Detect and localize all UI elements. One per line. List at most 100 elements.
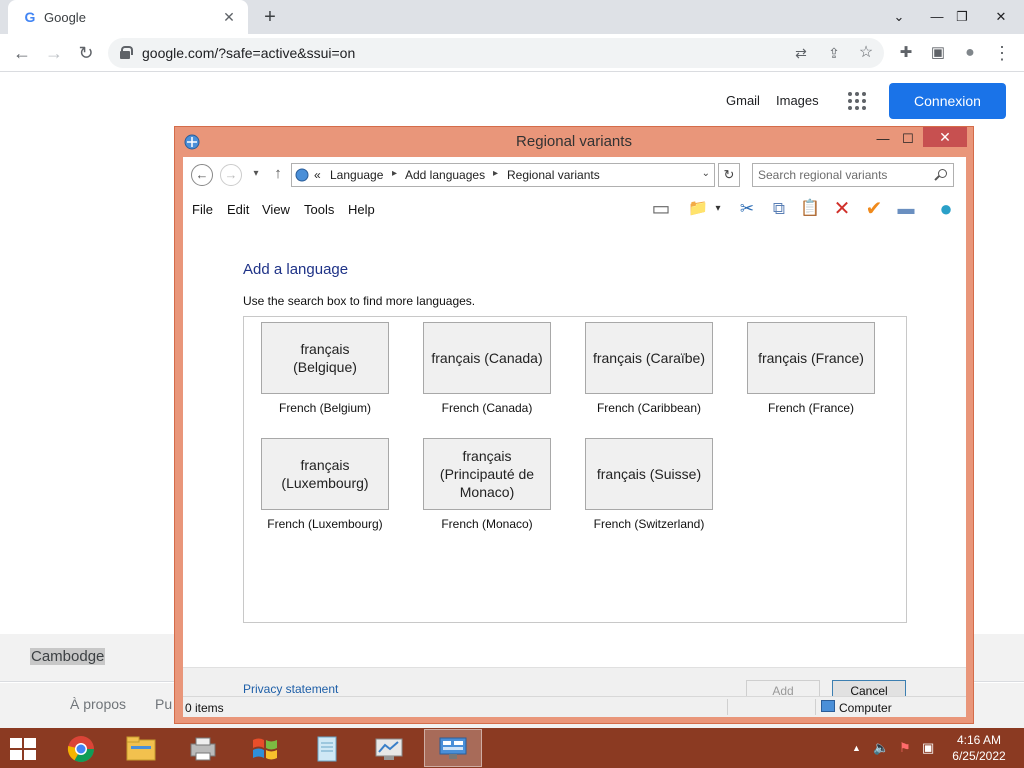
language-caption: French (Monaco) xyxy=(441,517,533,531)
browser-toolbar: ← → ↻ google.com/?safe=active&ssui=on ⇄ … xyxy=(0,34,1024,72)
volume-icon[interactable]: 🔈 xyxy=(873,740,889,756)
up-arrow-icon[interactable]: ↑ xyxy=(267,164,289,186)
recent-locations-icon[interactable]: ▾ xyxy=(245,164,267,186)
action-center-flag-icon[interactable]: ⚑ xyxy=(899,740,911,756)
language-tile-caribbean[interactable]: français (Caraïbe) xyxy=(585,322,713,394)
language-tile-luxembourg[interactable]: français (Luxembourg) xyxy=(261,438,389,510)
tab-close-icon[interactable]: ✕ xyxy=(220,8,238,26)
privacy-statement-link[interactable]: Privacy statement xyxy=(243,682,338,696)
status-divider xyxy=(815,699,816,715)
network-settings-icon[interactable] xyxy=(424,729,482,767)
sign-in-button[interactable]: Connexion xyxy=(889,83,1006,119)
menu-help[interactable]: Help xyxy=(348,202,375,217)
network-icon[interactable]: ▣ xyxy=(922,740,934,756)
browser-tabstrip: G Google ✕ + ⌄ — ❐ ✕ xyxy=(0,0,1024,34)
language-list: français (Belgique) French (Belgium) fra… xyxy=(243,316,907,623)
address-dropdown-icon[interactable]: ⌄ xyxy=(702,168,710,179)
breadcrumb-separator-icon[interactable]: ▸ xyxy=(392,168,397,179)
printer-icon[interactable] xyxy=(174,729,232,767)
clock-date: 6/25/2022 xyxy=(952,749,1006,763)
breadcrumb-regional-variants[interactable]: Regional variants xyxy=(507,168,600,182)
address-bar[interactable]: google.com/?safe=active&ssui=on ⇄ ⇪ ☆ xyxy=(108,38,884,68)
windows-taskbar: ▲ 🔈 ⚑ ▣ 4:16 AM 6/25/2022 xyxy=(0,728,1024,768)
about-link[interactable]: À propos xyxy=(70,696,126,712)
language-caption: French (Switzerland) xyxy=(593,517,705,531)
language-tile-switzerland[interactable]: français (Suisse) xyxy=(585,438,713,510)
back-button[interactable]: ← xyxy=(191,164,213,186)
search-regional-variants[interactable] xyxy=(752,163,954,187)
main-content: Add a language Use the search box to fin… xyxy=(183,225,966,635)
google-header: Gmail Images Connexion xyxy=(0,72,1024,130)
reload-icon[interactable]: ↻ xyxy=(72,39,100,67)
notepad-icon[interactable] xyxy=(298,729,356,767)
page-hint: Use the search box to find more language… xyxy=(243,294,476,308)
close-window-button[interactable]: ✕ xyxy=(984,0,1018,34)
google-favicon-icon: G xyxy=(24,9,36,25)
share-icon[interactable]: ⇪ xyxy=(824,43,844,63)
side-panel-icon[interactable]: ▣ xyxy=(924,39,952,67)
folder-options-icon[interactable]: 📁 xyxy=(686,197,710,221)
search-input[interactable] xyxy=(758,167,928,183)
window-maximize-button[interactable]: ☐ xyxy=(898,129,918,149)
show-hidden-icons-icon[interactable]: ▲ xyxy=(852,743,861,753)
menu-edit[interactable]: Edit xyxy=(227,202,249,217)
paste-icon[interactable]: 📋 xyxy=(798,197,822,221)
refresh-button[interactable]: ↻ xyxy=(718,163,740,187)
back-arrow-icon[interactable]: ← xyxy=(8,39,36,67)
menu-tools[interactable]: Tools xyxy=(304,202,334,217)
menu-bar: File Edit View Tools Help ▭ 📁 ▾ ✂ ⧉ 📋 ✕ … xyxy=(183,193,966,225)
profile-avatar-icon[interactable]: ● xyxy=(956,39,984,67)
bookmark-star-icon[interactable]: ☆ xyxy=(856,43,876,63)
breadcrumb-separator-icon[interactable]: ▸ xyxy=(493,168,498,179)
advertising-link[interactable]: Pu xyxy=(155,696,172,712)
google-apps-icon[interactable] xyxy=(848,92,866,110)
search-icon[interactable] xyxy=(938,169,947,178)
language-caption: French (Canada) xyxy=(441,401,533,415)
breadcrumb-add-languages[interactable]: Add languages xyxy=(405,168,485,182)
forward-arrow-icon[interactable]: → xyxy=(40,39,68,67)
window-close-button[interactable]: ✕ xyxy=(923,127,967,147)
translate-icon[interactable]: ⇄ xyxy=(791,43,811,63)
cut-icon[interactable]: ✂ xyxy=(735,197,759,221)
computer-icon xyxy=(821,700,835,712)
images-link[interactable]: Images xyxy=(776,93,819,108)
layout-pane-icon[interactable]: ▭ xyxy=(649,197,673,221)
delete-icon[interactable]: ✕ xyxy=(830,197,854,221)
browser-tab[interactable]: G Google ✕ xyxy=(8,0,248,34)
status-divider xyxy=(727,699,728,715)
status-zone: Computer xyxy=(839,701,892,715)
rename-icon[interactable]: ▬ xyxy=(894,197,918,221)
extensions-puzzle-icon[interactable]: ✚ xyxy=(892,39,920,67)
menu-file[interactable]: File xyxy=(192,202,213,217)
url-text[interactable]: google.com/?safe=active&ssui=on xyxy=(142,45,355,61)
address-row: ← → ▾ ↑ « Language ▸ Add languages ▸ Reg… xyxy=(183,157,966,193)
copy-icon[interactable]: ⧉ xyxy=(767,197,791,221)
status-item-count: 0 items xyxy=(185,701,224,715)
breadcrumb[interactable]: « Language ▸ Add languages ▸ Regional va… xyxy=(291,163,715,187)
windows-start-icon[interactable] xyxy=(10,738,38,760)
control-panel-icon[interactable] xyxy=(360,729,418,767)
forward-button[interactable]: → xyxy=(220,164,242,186)
language-tile-france[interactable]: français (France) xyxy=(747,322,875,394)
restore-button[interactable]: ❐ xyxy=(945,0,979,34)
globe-icon[interactable]: ● xyxy=(934,197,958,221)
chrome-menu-icon[interactable]: ⋮ xyxy=(988,39,1016,67)
system-clock[interactable]: 4:16 AM 6/25/2022 xyxy=(946,732,1012,764)
folder-options-dropdown-icon[interactable]: ▾ xyxy=(712,197,724,221)
breadcrumb-language[interactable]: Language xyxy=(330,168,383,182)
lock-icon[interactable] xyxy=(120,46,133,59)
country-label: Cambodge xyxy=(30,648,106,665)
checkmark-icon[interactable]: ✔ xyxy=(862,197,886,221)
window-minimize-button[interactable]: — xyxy=(873,129,893,149)
language-tile-belgium[interactable]: français (Belgique) xyxy=(261,322,389,394)
language-tile-monaco[interactable]: français (Principauté de Monaco) xyxy=(423,438,551,510)
chrome-icon[interactable] xyxy=(52,729,110,767)
file-explorer-icon[interactable] xyxy=(112,729,170,767)
menu-view[interactable]: View xyxy=(262,202,290,217)
tab-search-chevron-icon[interactable]: ⌄ xyxy=(882,0,916,34)
breadcrumb-prefix[interactable]: « xyxy=(314,168,321,182)
windows-logo-icon[interactable] xyxy=(236,729,294,767)
gmail-link[interactable]: Gmail xyxy=(726,93,760,108)
language-tile-canada[interactable]: français (Canada) xyxy=(423,322,551,394)
new-tab-button[interactable]: + xyxy=(258,5,282,29)
